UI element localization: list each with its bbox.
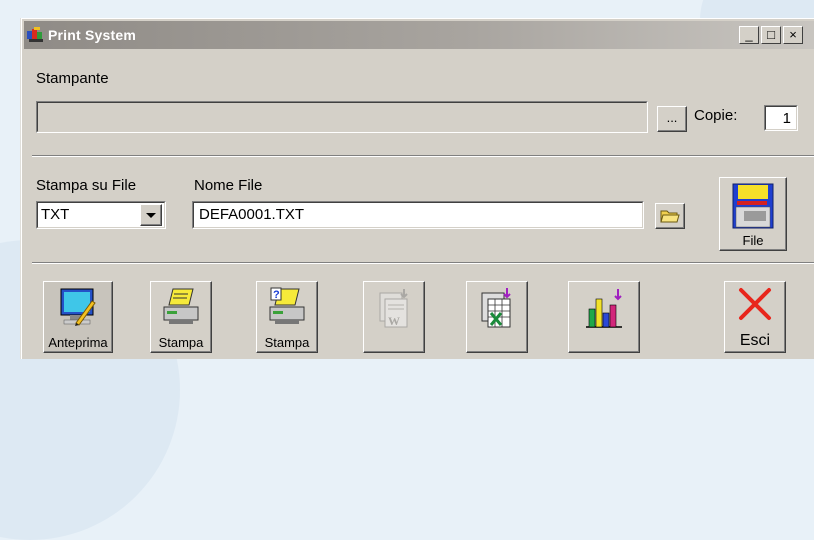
svg-text:?: ? xyxy=(273,289,280,301)
print-to-file-label: Stampa su File xyxy=(36,177,137,194)
filename-label: Nome File xyxy=(194,177,263,194)
print-dialog-button[interactable]: ? Stampa xyxy=(256,281,318,353)
printer-icon xyxy=(163,288,199,324)
app-icon xyxy=(27,27,43,42)
exit-button[interactable]: Esci xyxy=(724,281,786,353)
print-system-window: Print System _ □ × Stampante ... Copie: … xyxy=(21,18,814,359)
printer-question-icon: ? xyxy=(269,287,305,324)
export-excel-button[interactable] xyxy=(466,281,528,353)
export-word-button[interactable]: W xyxy=(363,281,425,353)
printer-field[interactable] xyxy=(36,101,648,133)
floppy-disk-icon xyxy=(732,183,774,229)
export-chart-button[interactable] xyxy=(568,281,640,353)
close-x-icon xyxy=(739,288,771,320)
printer-label: Stampante xyxy=(36,70,109,87)
chevron-down-icon[interactable] xyxy=(140,204,162,226)
copies-input[interactable]: 1 xyxy=(764,105,798,131)
folder-browse-button[interactable] xyxy=(655,203,685,229)
svg-text:W: W xyxy=(388,314,400,328)
excel-export-icon xyxy=(481,288,511,328)
save-file-button[interactable]: File xyxy=(719,177,787,251)
preview-button[interactable]: Anteprima xyxy=(43,281,113,353)
word-export-icon: W xyxy=(379,289,408,328)
separator xyxy=(32,155,814,157)
folder-icon xyxy=(660,210,680,223)
copies-label: Copie: xyxy=(694,107,738,124)
maximize-button[interactable]: □ xyxy=(761,26,781,44)
separator xyxy=(32,262,814,264)
close-button[interactable]: × xyxy=(783,26,803,44)
title-bar[interactable]: Print System _ □ × xyxy=(24,21,814,49)
filename-input[interactable]: DEFA0001.TXT xyxy=(192,201,644,229)
minimize-button[interactable]: _ xyxy=(739,26,759,44)
window-title: Print System xyxy=(48,27,136,43)
bar-chart-icon xyxy=(586,289,622,328)
monitor-preview-icon xyxy=(60,288,96,326)
print-button[interactable]: Stampa xyxy=(150,281,212,353)
format-select[interactable]: TXT xyxy=(36,201,166,229)
printer-browse-button[interactable]: ... xyxy=(657,106,687,132)
